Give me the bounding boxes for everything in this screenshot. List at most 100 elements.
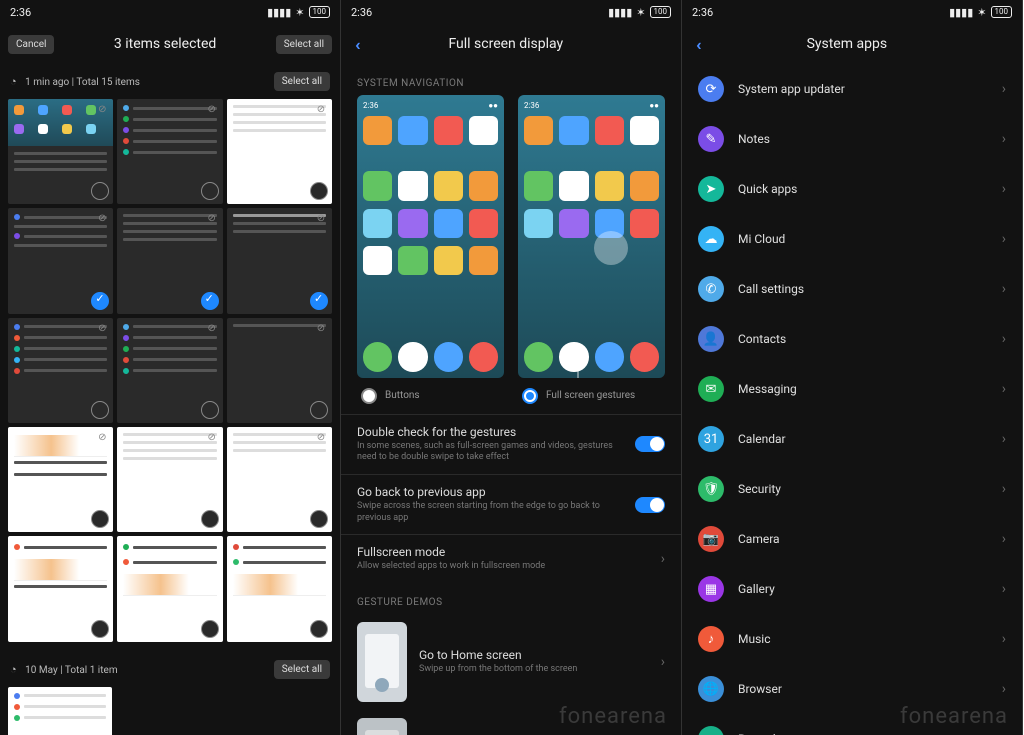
app-label: Camera — [738, 532, 988, 546]
status-bar: 2:36 ▮▮▮▮ ✶ 100 — [0, 0, 340, 24]
clock-icon: ◔ — [10, 663, 17, 676]
thumb[interactable] — [8, 687, 112, 735]
system-apps-header: ‹‹ System apps — [682, 24, 1022, 64]
app-item-system-app-updater[interactable]: ⟳System app updater› — [682, 64, 1022, 114]
demo-title: Go to Home screen — [419, 648, 649, 662]
app-icon: ☁ — [698, 226, 724, 252]
selection-mark[interactable] — [310, 292, 328, 310]
thumb[interactable]: ⊘ — [227, 208, 332, 313]
app-icon: 🛡 — [698, 476, 724, 502]
selection-mark[interactable] — [201, 292, 219, 310]
app-icon: 📷 — [698, 526, 724, 552]
status-time: 2:36 — [692, 6, 713, 19]
chevron-right-icon: › — [1002, 631, 1006, 647]
selection-mark[interactable] — [201, 620, 219, 638]
thumb[interactable]: ⊘ — [8, 208, 113, 313]
status-right: ▮▮▮▮ ✶ 100 — [267, 6, 330, 19]
app-item-messaging[interactable]: ✉Messaging› — [682, 364, 1022, 414]
app-item-call-settings[interactable]: ✆Call settings› — [682, 264, 1022, 314]
app-item-browser[interactable]: 🌐Browser› — [682, 664, 1022, 714]
app-item-gallery[interactable]: ▦Gallery› — [682, 564, 1022, 614]
demo-go-home[interactable]: Go to Home screen Swipe up from the bott… — [341, 614, 681, 710]
status-right: ▮▮▮▮ ✶ 100 — [608, 6, 671, 19]
selection-mark[interactable] — [91, 620, 109, 638]
thumb[interactable]: ⊘ — [227, 318, 332, 423]
nav-choice-buttons[interactable]: 2:36●● — [357, 95, 504, 404]
battery-icon: 100 — [650, 6, 672, 18]
selection-mark[interactable] — [310, 401, 328, 419]
gallery-scroll[interactable]: ◔ 1 min ago | Total 15 items Select all … — [0, 64, 340, 735]
nosync-icon: ⊘ — [95, 322, 109, 336]
selection-mark[interactable] — [91, 292, 109, 310]
selection-mark[interactable] — [201, 401, 219, 419]
cancel-button[interactable]: Cancel — [8, 35, 54, 54]
preview-buttons: 2:36●● — [357, 95, 504, 378]
back-button[interactable]: ‹‹ — [349, 35, 363, 54]
app-label: Music — [738, 632, 988, 646]
thumb[interactable]: ⊘ — [227, 99, 332, 204]
thumb[interactable]: ⊘ — [8, 318, 113, 423]
app-item-contacts[interactable]: 👤Contacts› — [682, 314, 1022, 364]
thumb[interactable]: ⊘ — [117, 99, 222, 204]
nosync-icon: ⊘ — [205, 322, 219, 336]
app-label: Security — [738, 482, 988, 496]
thumb[interactable] — [227, 536, 332, 641]
thumb[interactable]: ⊘ — [227, 427, 332, 532]
app-item-calendar[interactable]: 31Calendar› — [682, 414, 1022, 464]
radio-label: Full screen gestures — [546, 390, 635, 401]
radio-gestures[interactable]: Full screen gestures — [518, 388, 635, 404]
chevron-right-icon: › — [1002, 531, 1006, 547]
nav-choice-gestures[interactable]: 2:36●● — [518, 95, 665, 404]
battery-icon: 100 — [309, 6, 331, 18]
app-item-security[interactable]: 🛡 Security › — [682, 464, 1022, 514]
setting-double-check[interactable]: Double check for the gestures In some sc… — [341, 414, 681, 474]
chevron-right-icon: › — [661, 551, 665, 567]
selection-mark[interactable] — [201, 182, 219, 200]
settings-header: ‹‹ Full screen display — [341, 24, 681, 64]
preview-gestures: 2:36●● — [518, 95, 665, 378]
nosync-icon: ⊘ — [314, 322, 328, 336]
group-1-select-all[interactable]: Select all — [274, 72, 330, 91]
section-navigation-label: SYSTEM NAVIGATION — [341, 64, 681, 95]
status-bar: 2:36 ▮▮▮▮ ✶ 100 — [682, 0, 1022, 24]
thumb[interactable] — [8, 536, 113, 641]
thumb[interactable]: ⊘ — [117, 318, 222, 423]
demo-sub: Swipe up from the bottom of the screen — [419, 664, 649, 676]
setting-go-back[interactable]: Go back to previous app Swipe across the… — [341, 474, 681, 534]
thumb[interactable]: ⊘ — [8, 99, 113, 204]
thumb[interactable]: ⊘ — [117, 208, 222, 313]
app-label: Browser — [738, 682, 988, 696]
app-item-quick-apps[interactable]: ➤Quick apps› — [682, 164, 1022, 214]
group-2-label: ◔ 10 May | Total 1 item — [10, 663, 118, 676]
group-2-select-all[interactable]: Select all — [274, 660, 330, 679]
signal-icon: ▮▮▮▮ — [267, 6, 291, 19]
app-item-music[interactable]: ♪Music› — [682, 614, 1022, 664]
demo-next[interactable] — [341, 710, 681, 735]
app-item-notes[interactable]: ✎Notes› — [682, 114, 1022, 164]
select-all-button[interactable]: Select all — [276, 35, 332, 54]
app-item-mi-cloud[interactable]: ☁Mi Cloud› — [682, 214, 1022, 264]
system-apps-list[interactable]: ⟳System app updater›✎Notes›➤Quick apps› ☁… — [682, 64, 1022, 735]
toggle-switch[interactable] — [635, 436, 665, 452]
group-2-header: ◔ 10 May | Total 1 item Select all — [0, 652, 340, 687]
selection-title: 3 items selected — [54, 36, 275, 52]
radio-buttons[interactable]: Buttons — [357, 388, 420, 404]
app-item-recorder[interactable]: ●Recorder› — [682, 714, 1022, 735]
thumb[interactable]: ⊘ — [8, 427, 113, 532]
app-label: Mi Cloud — [738, 232, 988, 246]
setting-fullscreen-mode[interactable]: Fullscreen mode Allow selected apps to w… — [341, 534, 681, 583]
selection-mark[interactable] — [201, 510, 219, 528]
selection-mark[interactable] — [310, 620, 328, 638]
thumb[interactable]: ⊘ — [117, 427, 222, 532]
chevron-right-icon: › — [1002, 581, 1006, 597]
setting-sub: In some scenes, such as full-screen game… — [357, 441, 625, 464]
toggle-switch[interactable] — [635, 497, 665, 513]
thumb[interactable] — [117, 536, 222, 641]
status-time: 2:36 — [351, 6, 372, 19]
app-icon: 31 — [698, 426, 724, 452]
settings-scroll[interactable]: SYSTEM NAVIGATION 2:36●● — [341, 64, 681, 735]
back-button[interactable]: ‹‹ — [690, 35, 704, 54]
chevron-right-icon: › — [1002, 331, 1006, 347]
app-item-camera[interactable]: 📷 Camera › — [682, 514, 1022, 564]
chevron-right-icon: › — [1002, 481, 1006, 497]
